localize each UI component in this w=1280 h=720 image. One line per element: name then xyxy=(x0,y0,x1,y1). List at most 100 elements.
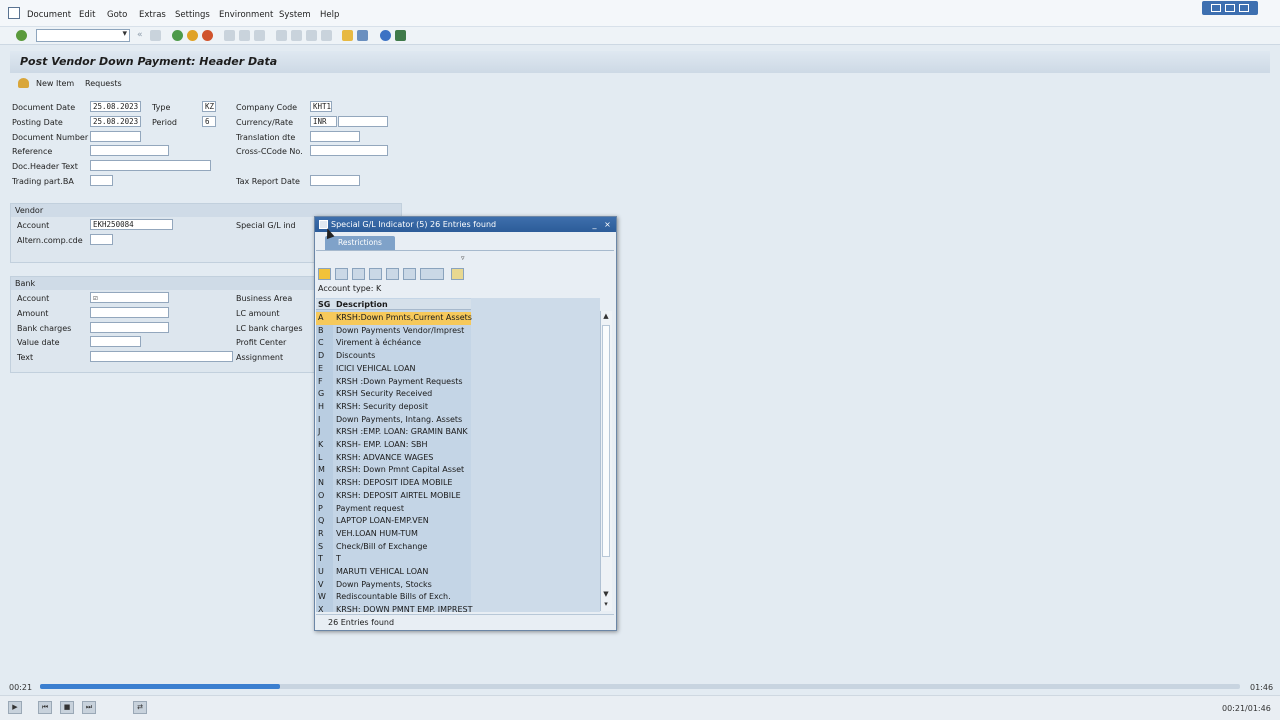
cancel-dialog-icon[interactable] xyxy=(335,268,348,280)
system-menu-icon[interactable] xyxy=(8,7,20,19)
minimize-icon[interactable] xyxy=(1211,4,1221,12)
bank-charges-field[interactable] xyxy=(90,322,169,333)
list-item[interactable]: L KRSH: ADVANCE WAGES xyxy=(316,452,471,465)
trading-part-field[interactable] xyxy=(90,175,113,186)
next-page-icon[interactable] xyxy=(306,30,317,41)
list-item[interactable]: E ICICI VEHICAL LOAN xyxy=(316,363,471,376)
list-item[interactable]: U MARUTI VEHICAL LOAN xyxy=(316,566,471,579)
new-session-icon[interactable] xyxy=(342,30,353,41)
company-code-field[interactable]: KHT1 xyxy=(310,101,332,112)
list-item[interactable]: W Rediscountable Bills of Exch. xyxy=(316,591,471,604)
dialog-close-icon[interactable]: × xyxy=(603,220,612,229)
column-header-sg[interactable]: SG xyxy=(318,300,330,309)
menu-help[interactable]: Help xyxy=(320,10,339,20)
list-item[interactable]: Q LAPTOP LOAN-EMP.VEN xyxy=(316,515,471,528)
collapse-icon[interactable]: « xyxy=(137,30,143,40)
find-next-icon[interactable] xyxy=(254,30,265,41)
text-field[interactable] xyxy=(90,351,233,362)
help-icon[interactable] xyxy=(380,30,391,41)
currency-field[interactable]: INR xyxy=(310,116,337,127)
playlist-icon[interactable]: ⇄ xyxy=(133,701,147,714)
list-item[interactable]: O KRSH: DEPOSIT AIRTEL MOBILE xyxy=(316,490,471,503)
back-icon[interactable] xyxy=(172,30,183,41)
enter-icon[interactable] xyxy=(16,30,27,41)
tax-report-date-field[interactable] xyxy=(310,175,360,186)
cross-ccode-field[interactable] xyxy=(310,145,388,156)
previous-page-icon[interactable] xyxy=(291,30,302,41)
window-controls[interactable] xyxy=(1202,1,1258,15)
document-number-field[interactable] xyxy=(90,131,141,142)
list-item[interactable]: S Check/Bill of Exchange xyxy=(316,541,471,554)
cancel-icon[interactable] xyxy=(202,30,213,41)
list-item[interactable]: N KRSH: DEPOSIT IDEA MOBILE xyxy=(316,477,471,490)
scroll-end-icon[interactable]: ▾ xyxy=(601,600,611,609)
list-item[interactable]: V Down Payments, Stocks xyxy=(316,579,471,592)
list-item[interactable]: K KRSH- EMP. LOAN: SBH xyxy=(316,439,471,452)
document-date-field[interactable]: 25.08.2023 xyxy=(90,101,141,112)
list-item[interactable]: J KRSH :EMP. LOAN: GRAMIN BANK xyxy=(316,426,471,439)
find-dialog-icon[interactable] xyxy=(352,268,365,280)
translation-date-field[interactable] xyxy=(310,131,360,142)
list-item[interactable]: C Virement à échéance xyxy=(316,337,471,350)
list-item[interactable]: P Payment request xyxy=(316,503,471,516)
column-header-description[interactable]: Description xyxy=(336,300,388,309)
list-item[interactable]: G KRSH Security Received xyxy=(316,388,471,401)
new-item-button[interactable]: New Item xyxy=(36,79,74,88)
first-page-icon[interactable] xyxy=(276,30,287,41)
last-page-icon[interactable] xyxy=(321,30,332,41)
menu-extras[interactable]: Extras xyxy=(139,10,166,20)
sort-icon[interactable] xyxy=(386,268,399,280)
exchange-rate-field[interactable] xyxy=(338,116,388,127)
requests-button[interactable]: Requests xyxy=(85,79,122,88)
close-icon[interactable] xyxy=(1239,4,1249,12)
posting-date-field[interactable]: 25.08.2023 xyxy=(90,116,141,127)
command-field[interactable] xyxy=(36,29,130,42)
amount-field[interactable] xyxy=(90,307,169,318)
new-item-icon[interactable] xyxy=(18,78,29,88)
menu-document[interactable]: Document xyxy=(27,10,71,20)
list-item[interactable]: B Down Payments Vendor/Imprest xyxy=(316,325,471,338)
next-icon[interactable]: ⏭ xyxy=(82,701,96,714)
bank-account-field[interactable]: ☑ xyxy=(90,292,169,303)
doc-header-text-field[interactable] xyxy=(90,160,211,171)
scroll-up-icon[interactable]: ▲ xyxy=(601,312,611,321)
list-item[interactable]: F KRSH :Down Payment Requests xyxy=(316,376,471,389)
find-next-dialog-icon[interactable] xyxy=(369,268,382,280)
exit-icon[interactable] xyxy=(187,30,198,41)
personal-list-icon[interactable] xyxy=(451,268,464,280)
layout-menu-icon[interactable] xyxy=(395,30,406,41)
menu-system[interactable]: System xyxy=(279,10,311,20)
list-item[interactable]: R VEH.LOAN HUM-TUM xyxy=(316,528,471,541)
list-item[interactable]: H KRSH: Security deposit xyxy=(316,401,471,414)
expand-restrictions-icon[interactable]: ▿ xyxy=(461,254,465,262)
print-dialog-icon[interactable] xyxy=(420,268,444,280)
restore-icon[interactable] xyxy=(1225,4,1235,12)
continue-icon[interactable] xyxy=(318,268,331,280)
value-date-field[interactable] xyxy=(90,336,141,347)
tab-restrictions[interactable]: Restrictions xyxy=(325,236,395,250)
menu-settings[interactable]: Settings xyxy=(175,10,210,20)
menu-edit[interactable]: Edit xyxy=(79,10,95,20)
list-item[interactable]: A KRSH:Down Pmnts,Current Assets xyxy=(316,312,472,325)
dialog-minimize-icon[interactable]: _ xyxy=(590,220,599,229)
print-icon[interactable] xyxy=(224,30,235,41)
list-item[interactable]: M KRSH: Down Pmnt Capital Asset xyxy=(316,464,471,477)
play-icon[interactable]: ▶ xyxy=(8,701,22,714)
menu-environment[interactable]: Environment xyxy=(219,10,273,20)
menu-goto[interactable]: Goto xyxy=(107,10,127,20)
period-field[interactable]: 6 xyxy=(202,116,216,127)
filter-icon[interactable] xyxy=(403,268,416,280)
save-icon[interactable] xyxy=(150,30,161,41)
find-icon[interactable] xyxy=(239,30,250,41)
list-item[interactable]: I Down Payments, Intang. Assets xyxy=(316,414,471,427)
stop-icon[interactable]: ■ xyxy=(60,701,74,714)
reference-field[interactable] xyxy=(90,145,169,156)
vendor-account-field[interactable]: EKH250084 xyxy=(90,219,173,230)
altern-comp-field[interactable] xyxy=(90,234,113,245)
list-item[interactable]: D Discounts xyxy=(316,350,471,363)
list-item[interactable]: TT xyxy=(316,553,471,566)
scroll-thumb[interactable] xyxy=(602,325,610,557)
previous-icon[interactable]: ⏮ xyxy=(38,701,52,714)
type-field[interactable]: KZ xyxy=(202,101,216,112)
shortcut-icon[interactable] xyxy=(357,30,368,41)
